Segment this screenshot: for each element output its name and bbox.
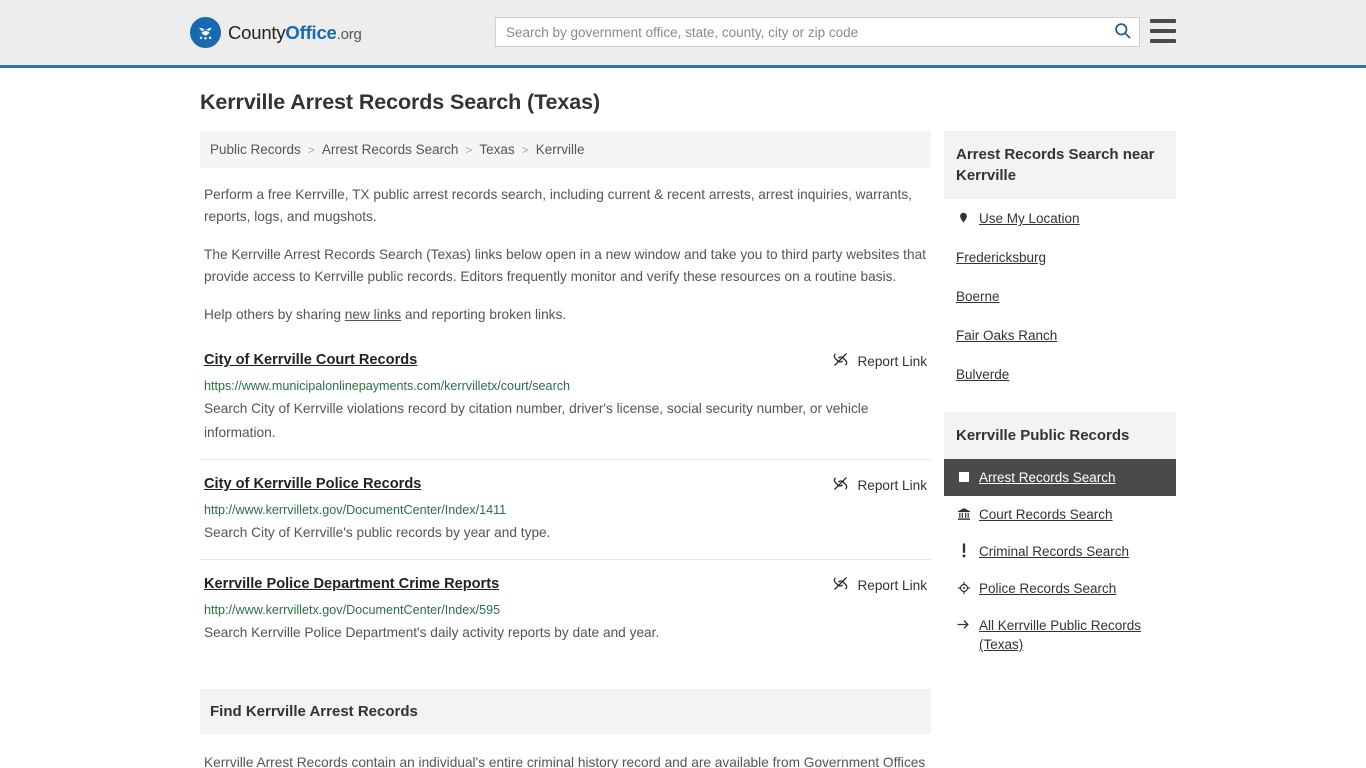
- sidebar-item-fredericksburg[interactable]: Fredericksburg: [944, 238, 1176, 277]
- result-header: City of Kerrville Police Records Report …: [204, 474, 927, 495]
- report-link-button[interactable]: Report Link: [832, 351, 927, 371]
- result-title-link[interactable]: Kerrville Police Department Crime Report…: [204, 574, 499, 594]
- sidebar-item-label: All Kerrville Public Records (Texas): [979, 618, 1142, 652]
- search-icon: [1113, 21, 1132, 43]
- page-title: Kerrville Arrest Records Search (Texas): [200, 90, 601, 114]
- exclamation-icon: [956, 542, 971, 559]
- intro-p3-before: Help others by sharing: [204, 307, 345, 322]
- breadcrumb-item-kerrville: Kerrville: [535, 142, 585, 157]
- logo-text-county: County: [228, 21, 286, 43]
- menu-bar-3: [1150, 39, 1176, 43]
- result-list: City of Kerrville Court Records Report L…: [200, 350, 931, 659]
- fingerprint-icon: [956, 468, 971, 485]
- public-records-list: Arrest Records Search Court Records Sear…: [944, 459, 1176, 663]
- nearby-searches-list: Use My Location Fredericksburg Boerne Fa…: [944, 199, 1176, 394]
- result-description: Search Kerrville Police Department's dai…: [204, 625, 660, 640]
- breadcrumb-separator: >: [307, 142, 315, 157]
- sidebar-item-label: Fair Oaks Ranch: [956, 328, 1058, 343]
- sidebar-item-label: Court Records Search: [979, 507, 1113, 522]
- sidebar-item-criminal-records-search[interactable]: Criminal Records Search: [944, 533, 1176, 570]
- result-url[interactable]: https://www.municipalonlinepayments.com/…: [204, 378, 927, 395]
- content-columns: Public Records > Arrest Records Search >…: [200, 131, 1176, 768]
- sidebar-item-all-public-records[interactable]: All Kerrville Public Records (Texas): [944, 607, 1176, 663]
- search-bar[interactable]: [495, 17, 1140, 47]
- find-records-body: Kerrville Arrest Records contain an indi…: [204, 755, 926, 768]
- breadcrumb-item-arrest-records-search[interactable]: Arrest Records Search: [322, 142, 459, 157]
- sidebar-item-label: Criminal Records Search: [979, 544, 1130, 559]
- sidebar-item-court-records-search[interactable]: Court Records Search: [944, 496, 1176, 533]
- intro-p3-after: and reporting broken links.: [401, 307, 567, 322]
- find-records-section: Find Kerrville Arrest Records Kerrville …: [200, 689, 931, 768]
- hamburger-menu-icon[interactable]: [1150, 19, 1176, 43]
- menu-bar-1: [1150, 19, 1176, 23]
- site-header: CountyOffice.org: [0, 0, 1366, 68]
- breadcrumb: Public Records > Arrest Records Search >…: [200, 131, 931, 168]
- intro-text: Perform a free Kerrville, TX public arre…: [200, 184, 931, 326]
- sidebar-item-label: Use My Location: [979, 211, 1080, 226]
- breadcrumb-item-texas[interactable]: Texas: [479, 142, 514, 157]
- police-badge-icon: [956, 579, 971, 596]
- courthouse-icon: [956, 505, 971, 522]
- broken-link-icon: [832, 575, 849, 595]
- new-links-link[interactable]: new links: [345, 307, 401, 322]
- result-item: City of Kerrville Court Records Report L…: [200, 350, 931, 460]
- eagle-shield-logo-icon: [190, 17, 221, 48]
- public-records-box: Kerrville Public Records Arrest Records …: [944, 412, 1176, 663]
- breadcrumb-separator: >: [465, 142, 473, 157]
- find-records-heading: Find Kerrville Arrest Records: [200, 689, 931, 734]
- nearby-searches-box: Arrest Records Search near Kerrville Use…: [944, 131, 1176, 394]
- broken-link-icon: [832, 351, 849, 371]
- result-title-link[interactable]: City of Kerrville Police Records: [204, 474, 421, 494]
- search-button[interactable]: [1105, 18, 1139, 46]
- result-item: Kerrville Police Department Crime Report…: [200, 574, 931, 659]
- result-url[interactable]: http://www.kerrvilletx.gov/DocumentCente…: [204, 502, 927, 519]
- logo-text-office: Office: [285, 21, 337, 43]
- report-link-label: Report Link: [857, 353, 927, 369]
- sidebar-item-boerne[interactable]: Boerne: [944, 277, 1176, 316]
- sidebar-item-label: Arrest Records Search: [979, 470, 1116, 485]
- breadcrumb-item-public-records[interactable]: Public Records: [210, 142, 301, 157]
- report-link-label: Report Link: [857, 577, 927, 593]
- sidebar-item-label: Police Records Search: [979, 581, 1117, 596]
- result-header: Kerrville Police Department Crime Report…: [204, 574, 927, 595]
- map-pin-icon: [956, 209, 971, 226]
- sidebar: Arrest Records Search near Kerrville Use…: [944, 131, 1176, 681]
- site-logo-text: CountyOffice.org: [228, 22, 362, 44]
- intro-paragraph-1: Perform a free Kerrville, TX public arre…: [204, 187, 912, 224]
- result-header: City of Kerrville Court Records Report L…: [204, 350, 927, 371]
- broken-link-icon: [832, 475, 849, 495]
- result-description: Search City of Kerrville's public record…: [204, 525, 551, 540]
- logo-text-org: .org: [336, 25, 362, 43]
- result-item: City of Kerrville Police Records Report …: [200, 474, 931, 560]
- sidebar-item-police-records-search[interactable]: Police Records Search: [944, 570, 1176, 607]
- sidebar-item-use-my-location[interactable]: Use My Location: [944, 199, 1176, 238]
- sidebar-item-bulverde[interactable]: Bulverde: [944, 355, 1176, 394]
- report-link-button[interactable]: Report Link: [832, 475, 927, 495]
- sidebar-item-label: Fredericksburg: [956, 250, 1047, 265]
- report-link-button[interactable]: Report Link: [832, 575, 927, 595]
- result-title-link[interactable]: City of Kerrville Court Records: [204, 350, 417, 370]
- result-description: Search City of Kerrville violations reco…: [204, 401, 869, 440]
- menu-bar-2: [1150, 29, 1176, 33]
- main-column: Public Records > Arrest Records Search >…: [200, 131, 931, 768]
- sidebar-item-label: Boerne: [956, 289, 1000, 304]
- intro-paragraph-2: The Kerrville Arrest Records Search (Tex…: [204, 247, 926, 284]
- report-link-label: Report Link: [857, 477, 927, 493]
- sidebar-item-arrest-records-search[interactable]: Arrest Records Search: [944, 459, 1176, 496]
- sidebar-item-label: Bulverde: [956, 367, 1010, 382]
- search-input[interactable]: [496, 18, 1105, 46]
- result-url[interactable]: http://www.kerrvilletx.gov/DocumentCente…: [204, 602, 927, 619]
- arrow-right-icon: [956, 616, 971, 633]
- intro-paragraph-3: Help others by sharing new links and rep…: [204, 304, 931, 326]
- sidebar-item-fair-oaks-ranch[interactable]: Fair Oaks Ranch: [944, 316, 1176, 355]
- site-logo[interactable]: CountyOffice.org: [190, 17, 362, 48]
- page-container: Kerrville Arrest Records Search (Texas) …: [0, 90, 1366, 768]
- public-records-heading: Kerrville Public Records: [944, 412, 1176, 459]
- nearby-searches-heading: Arrest Records Search near Kerrville: [944, 131, 1176, 199]
- breadcrumb-separator: >: [521, 142, 529, 157]
